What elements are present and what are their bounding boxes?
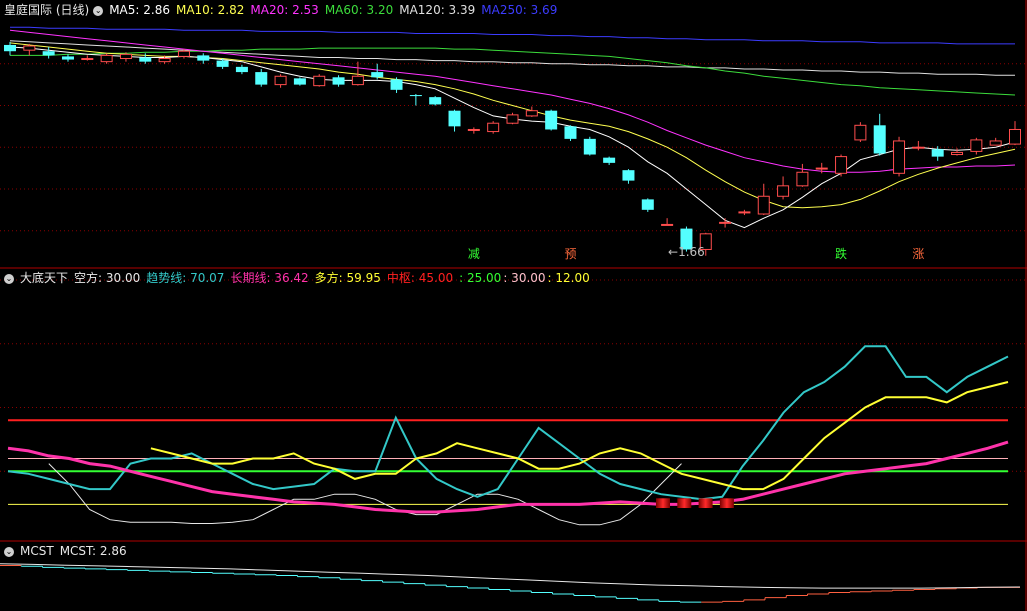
candle-body (893, 140, 906, 174)
candle-body (467, 128, 480, 131)
candle-body (429, 97, 442, 105)
white-line (48, 463, 682, 526)
bear-label: 空方: 30.00 (74, 271, 141, 285)
stock-title: 皇庭国际 (日线) (4, 3, 90, 17)
candle-body (255, 72, 268, 85)
candle-body (622, 170, 635, 181)
candle-body (100, 54, 113, 63)
ma60-line (10, 47, 1016, 96)
long-label: 长期线: 36.42 (230, 271, 309, 285)
level30-label: : 30.00 (503, 271, 546, 285)
candle-body (777, 185, 790, 197)
mcst-legend: ⌄ MCST MCST: 2.86 (4, 543, 133, 559)
candle-body (4, 44, 16, 52)
candle-body (487, 122, 500, 133)
price-legend: 皇庭国际 (日线) ⌄ MA5: 2.86 MA10: 2.82 MA20: 2.53 M… (4, 2, 563, 18)
price-annotation: 预 (564, 247, 576, 261)
candle-body (235, 66, 248, 73)
candle-body (525, 110, 538, 117)
candle-body (545, 110, 558, 130)
mcst-value: MCST: 2.86 (59, 544, 127, 558)
price-annotation: 跌 (835, 246, 847, 261)
price-panel[interactable]: ←1.66 减 预 跌 涨 (0, 26, 1026, 261)
stock-chart[interactable]: ←1.66 减 预 跌 涨 (0, 0, 1027, 611)
candle-body (274, 75, 287, 86)
candle-body (139, 57, 152, 62)
signal-bar (698, 498, 713, 508)
candle-body (448, 110, 461, 127)
bull-line (150, 381, 1009, 491)
candle-body (119, 53, 132, 60)
candle-body (197, 55, 210, 61)
candle-body (854, 124, 867, 141)
indicator-legend: ⌄ 大底天下 空方: 30.00 趋势线: 70.07 长期线: 36.42 多方: 59… (4, 270, 596, 286)
trend-line (7, 345, 1009, 501)
indicator-title: 大底天下 (20, 271, 69, 285)
candle-body (390, 79, 403, 90)
candle-body (313, 75, 326, 87)
candle-body (951, 151, 964, 156)
collapse-icon[interactable]: ⌄ (4, 546, 14, 557)
ma60-label: MA60: 3.20 (324, 3, 394, 17)
candle-body (42, 51, 55, 56)
candle-body (641, 199, 654, 210)
mid-label: 中枢: 45.00 (386, 271, 454, 285)
candle-body (332, 77, 345, 85)
candle-body (738, 211, 751, 214)
trend-label: 趋势线: 70.07 (146, 271, 225, 285)
mcst-average-line (0, 563, 1021, 589)
signal-bar (656, 498, 670, 508)
signal-bar (677, 498, 692, 508)
candle-body (989, 140, 1002, 146)
candle-body (873, 125, 886, 154)
candle-body (796, 171, 809, 187)
candle-body (23, 45, 36, 51)
candle-body (177, 50, 190, 57)
candle-body (409, 95, 422, 97)
ma20-label: MA20: 2.53 (250, 3, 319, 17)
price-annotation: ←1.66 (668, 245, 705, 259)
candle-body (216, 60, 229, 67)
candle-body (912, 146, 925, 149)
ma120-label: MA120: 3.39 (399, 3, 476, 17)
candle-body (583, 138, 596, 155)
candle-body (835, 156, 848, 174)
mcst-title: MCST (20, 544, 54, 558)
level25-label: : 25.00 (459, 271, 502, 285)
price-annotation: 减 (468, 247, 480, 261)
candle-body (564, 126, 577, 139)
bull-label: 多方: 59.95 (314, 271, 381, 285)
candle-body (603, 157, 616, 163)
mcst-panel[interactable] (0, 563, 1021, 603)
candle-body (158, 58, 171, 63)
candle-body (61, 56, 74, 60)
ma250-line (10, 26, 1015, 45)
candle-body (371, 72, 384, 78)
candle-body (661, 223, 674, 226)
indicator-panel[interactable] (0, 279, 1026, 526)
signal-bar (719, 498, 734, 508)
candle-body (81, 58, 94, 61)
candle-body (1009, 128, 1021, 145)
candle-body (719, 221, 732, 224)
candle-body (815, 167, 828, 170)
candle-body (757, 195, 770, 215)
panel-frames (0, 0, 1027, 611)
candle-body (970, 139, 983, 152)
long-term-line (7, 440, 1009, 514)
candle-body (293, 78, 306, 85)
ma250-label: MA250: 3.69 (481, 3, 558, 17)
price-annotation: 涨 (912, 246, 924, 261)
collapse-icon[interactable]: ⌄ (4, 273, 14, 284)
collapse-icon[interactable]: ⌄ (93, 5, 104, 16)
candle-body (931, 149, 944, 157)
candle-body (506, 114, 519, 124)
ma5-label: MA5: 2.86 (109, 3, 170, 17)
ma10-label: MA10: 2.82 (175, 3, 245, 17)
level12-label: : 12.00 (547, 271, 590, 285)
candle-body (351, 75, 364, 86)
